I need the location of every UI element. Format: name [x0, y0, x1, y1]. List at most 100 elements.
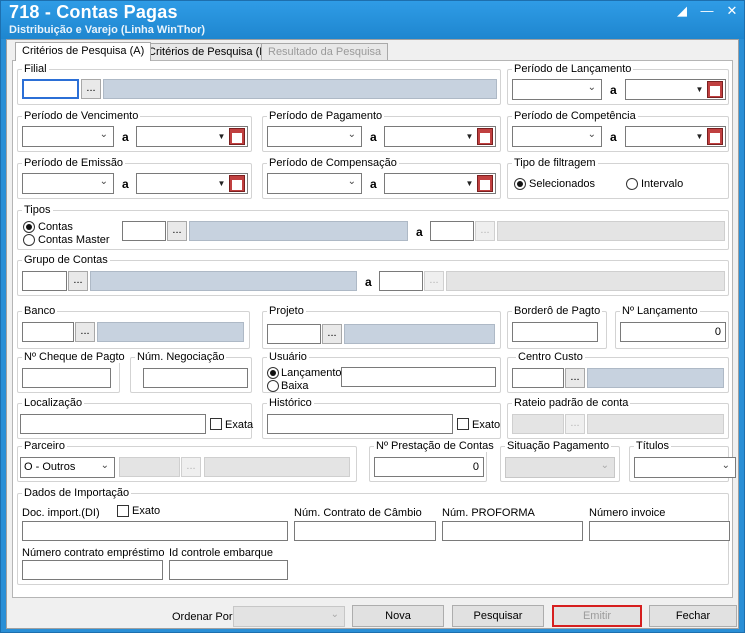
intervalo-radio[interactable]	[626, 178, 638, 190]
prestacao-input[interactable]: 0	[374, 457, 484, 477]
compensacao-end-date[interactable]: ▼	[384, 173, 496, 194]
lancamento-separator: a	[610, 83, 617, 97]
doc-exato-checkbox[interactable]	[117, 505, 129, 517]
localizacao-input[interactable]	[20, 414, 206, 434]
banco-label: Banco	[22, 305, 58, 317]
historico-input[interactable]	[267, 414, 453, 434]
compensacao-start-date[interactable]: ⌄	[267, 173, 362, 194]
localizacao-exata-checkbox[interactable]	[210, 418, 222, 430]
tipos-start-code-input[interactable]	[122, 221, 166, 241]
pagamento-end-date[interactable]: ▼	[384, 126, 496, 147]
banco-code-input[interactable]	[22, 322, 74, 342]
invoice-input[interactable]	[589, 521, 730, 541]
periodo-lancamento-group: Período de Lançamento ⌄ a ▼	[507, 63, 729, 105]
tab-criterios-a[interactable]: Critérios de Pesquisa (A)	[15, 42, 152, 61]
parceiro-select[interactable]: O - Outros ⌄	[20, 457, 115, 478]
baixa-radio[interactable]	[267, 380, 279, 392]
tipos-end-code-input[interactable]	[430, 221, 474, 241]
periodo-vencimento-group: Período de Vencimento ⌄ a ▼	[17, 110, 252, 152]
periodo-emissao-label: Período de Emissão	[22, 157, 126, 169]
cheque-input[interactable]	[22, 368, 111, 388]
dropdown-arrow-icon[interactable]: ▼	[215, 175, 228, 192]
calendar-icon[interactable]	[477, 175, 493, 192]
restore-icon[interactable]: ◢	[673, 4, 691, 18]
banco-lookup-button[interactable]: ...	[75, 322, 95, 342]
emissao-end-date[interactable]: ▼	[136, 173, 248, 194]
chevron-down-icon: ⌄	[587, 82, 596, 93]
contas-radio[interactable]	[23, 221, 35, 233]
prestacao-label: Nº Prestação de Contas	[374, 440, 496, 452]
dropdown-arrow-icon[interactable]: ▼	[693, 81, 706, 98]
grupo-end-code-input[interactable]	[379, 271, 423, 291]
calendar-icon[interactable]	[229, 128, 245, 145]
emissao-separator: a	[122, 177, 129, 191]
localizacao-label: Localização	[22, 397, 85, 409]
contrato-emprestimo-input[interactable]	[22, 560, 163, 580]
lancamento-start-date[interactable]: ⌄	[512, 79, 602, 100]
invoice-label: Número invoice	[589, 507, 666, 519]
dropdown-arrow-icon[interactable]: ▼	[215, 128, 228, 145]
prestacao-group: Nº Prestação de Contas 0	[369, 440, 496, 482]
competencia-start-date[interactable]: ⌄	[512, 126, 602, 147]
filial-lookup-button[interactable]: ...	[81, 79, 101, 99]
parceiro-description	[204, 457, 350, 477]
bordero-input[interactable]	[512, 322, 598, 342]
dropdown-arrow-icon[interactable]: ▼	[693, 128, 706, 145]
grupo-start-lookup-button[interactable]: ...	[68, 271, 88, 291]
grupo-start-code-input[interactable]	[22, 271, 67, 291]
centro-custo-lookup-button[interactable]: ...	[565, 368, 585, 388]
calendar-icon[interactable]	[707, 128, 723, 145]
centro-custo-code-input[interactable]	[512, 368, 564, 388]
controle-embarque-input[interactable]	[169, 560, 288, 580]
ordenar-por-select: ⌄	[233, 606, 345, 627]
titulos-select[interactable]: ⌄	[634, 457, 736, 478]
vencimento-end-date[interactable]: ▼	[136, 126, 248, 147]
doc-import-input[interactable]	[22, 521, 288, 541]
tipos-end-lookup-button: ...	[475, 221, 495, 241]
nova-button[interactable]: Nova	[352, 605, 444, 627]
lancamento-radio-label: Lançamento	[281, 367, 342, 379]
chevron-down-icon: ⌄	[347, 129, 356, 140]
tab-criterios-b[interactable]: Critérios de Pesquisa (B)	[141, 43, 278, 60]
lancamento-end-date[interactable]: ▼	[625, 79, 726, 100]
ordenar-por-label: Ordenar Por:	[172, 611, 236, 623]
doc-exato-label: Exato	[132, 505, 161, 517]
close-icon[interactable]: ✕	[723, 4, 741, 18]
grupo-start-description	[90, 271, 357, 291]
lancamento-radio[interactable]	[267, 367, 279, 379]
rateio-lookup-button: ...	[565, 414, 585, 434]
grupo-separator: a	[365, 275, 372, 289]
tipos-group: Tipos Contas Contas Master ... a ...	[17, 204, 729, 250]
banco-description	[97, 322, 244, 342]
contas-master-radio[interactable]	[23, 234, 35, 246]
minimize-icon[interactable]: —	[698, 4, 716, 18]
filial-code-input[interactable]	[22, 79, 79, 99]
footer-bar: Ordenar Por: ⌄ Nova Pesquisar Emitir Fec…	[12, 602, 737, 628]
projeto-lookup-button[interactable]: ...	[322, 324, 342, 344]
periodo-lancamento-label: Período de Lançamento	[512, 63, 634, 75]
proforma-input[interactable]	[442, 521, 583, 541]
competencia-end-date[interactable]: ▼	[625, 126, 726, 147]
dropdown-arrow-icon[interactable]: ▼	[463, 128, 476, 145]
fechar-button[interactable]: Fechar	[649, 605, 737, 627]
negociacao-input[interactable]	[143, 368, 248, 388]
calendar-icon[interactable]	[707, 81, 723, 98]
dropdown-arrow-icon[interactable]: ▼	[463, 175, 476, 192]
tipos-end-description	[497, 221, 725, 241]
projeto-code-input[interactable]	[267, 324, 321, 344]
vencimento-start-date[interactable]: ⌄	[22, 126, 114, 147]
usuario-input[interactable]	[341, 367, 496, 387]
contrato-cambio-input[interactable]	[294, 521, 436, 541]
emissao-start-date[interactable]: ⌄	[22, 173, 114, 194]
num-lancamento-input[interactable]: 0	[620, 322, 726, 342]
pesquisar-button[interactable]: Pesquisar	[452, 605, 544, 627]
tipos-start-lookup-button[interactable]: ...	[167, 221, 187, 241]
historico-exato-checkbox[interactable]	[457, 418, 469, 430]
usuario-group: Usuário Lançamento Baixa	[262, 351, 501, 393]
pagamento-start-date[interactable]: ⌄	[267, 126, 362, 147]
calendar-icon[interactable]	[229, 175, 245, 192]
selecionados-radio[interactable]	[514, 178, 526, 190]
calendar-icon[interactable]	[477, 128, 493, 145]
cheque-group: Nº Cheque de Pagto	[17, 351, 127, 393]
rateio-code-input	[512, 414, 564, 434]
